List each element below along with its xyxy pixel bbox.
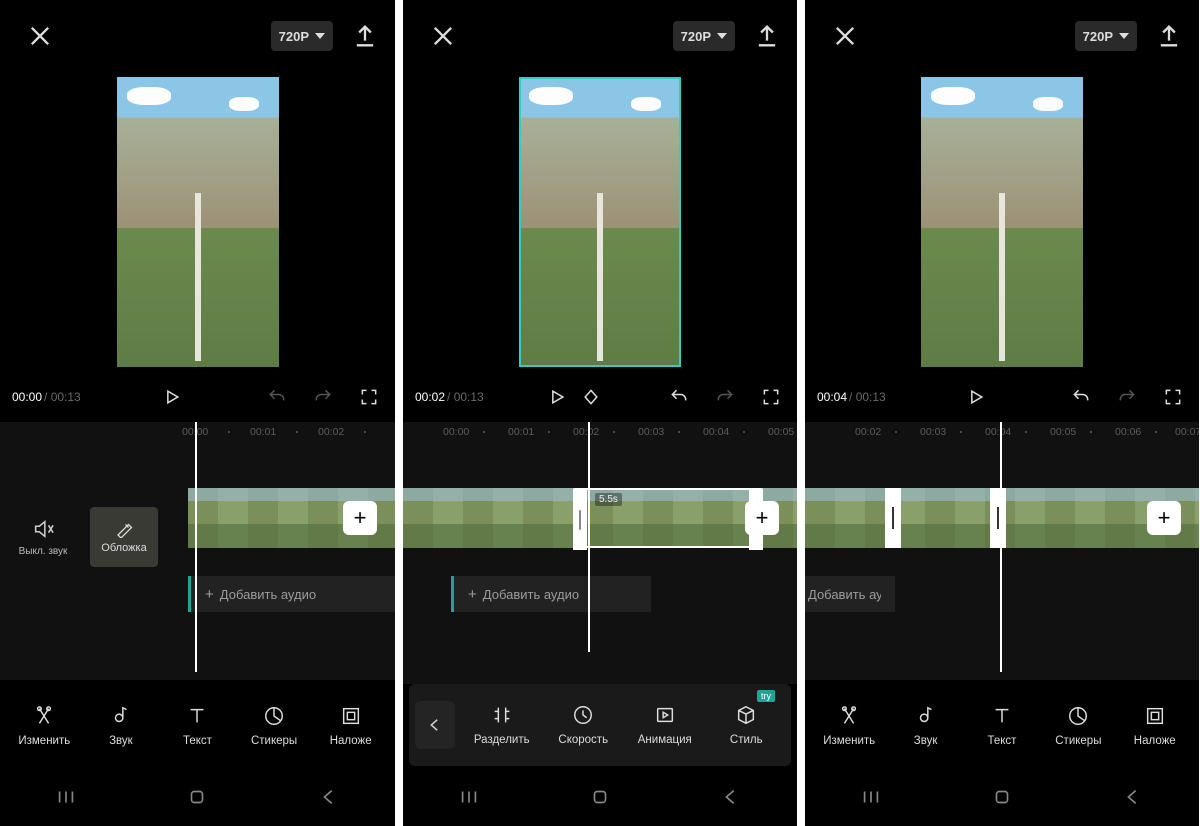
- playhead[interactable]: [588, 422, 590, 652]
- tool-stickers[interactable]: Стикеры: [1048, 705, 1108, 747]
- tool-overlay[interactable]: Наложе: [1125, 705, 1185, 747]
- tool-stickers[interactable]: Стикеры: [244, 705, 304, 747]
- preview-area[interactable]: [805, 72, 1199, 372]
- nav-back[interactable]: [1122, 786, 1144, 813]
- add-clip-button[interactable]: +: [1147, 501, 1181, 535]
- preview-thumbnail: [921, 77, 1083, 367]
- topbar: 720P: [805, 0, 1199, 72]
- screen-1: 720P 00:00 / 00:13 00:00 00:01 00:0: [0, 0, 395, 826]
- bottom-toolbar: Изменить Звук Текст Стикеры Наложе: [0, 680, 395, 772]
- play-button[interactable]: [543, 383, 571, 411]
- add-clip-button[interactable]: +: [745, 501, 779, 535]
- cut-marker[interactable]: [990, 488, 1006, 548]
- fullscreen-icon[interactable]: [1159, 383, 1187, 411]
- undo-icon[interactable]: [665, 383, 693, 411]
- redo-icon[interactable]: [1113, 383, 1141, 411]
- clip-toolbar: Разделить Скорость Анимация Стиль try: [409, 684, 791, 766]
- tool-animation[interactable]: Анимация: [626, 704, 704, 746]
- transport-bar: 00:00 / 00:13: [0, 372, 395, 422]
- redo-icon[interactable]: [711, 383, 739, 411]
- resolution-dropdown[interactable]: 720P: [271, 21, 333, 51]
- resolution-label: 720P: [279, 29, 309, 44]
- topbar: 720P: [403, 0, 797, 72]
- preview-thumbnail: [117, 77, 279, 367]
- bottom-toolbar: Изменить Звук Текст Стикеры Наложе: [805, 680, 1199, 772]
- ruler: 00:02 00:03 00:04 00:05 00:06 00:07: [805, 422, 1199, 444]
- redo-icon[interactable]: [309, 383, 337, 411]
- timeline[interactable]: 00:00 00:01 00:02 00:03 00:04 00:05 5.5s…: [403, 422, 797, 684]
- undo-icon[interactable]: [1067, 383, 1095, 411]
- ruler: 00:00 00:01 00:02 00:03 00:04 00:05: [403, 422, 797, 444]
- undo-icon[interactable]: [263, 383, 291, 411]
- playhead[interactable]: [195, 422, 197, 672]
- timeline[interactable]: 00:02 00:03 00:04 00:05 00:06 00:07 + До…: [805, 422, 1199, 680]
- trim-handle-left[interactable]: [573, 490, 587, 550]
- nav-recents[interactable]: [860, 786, 882, 813]
- selected-clip[interactable]: 5.5s: [573, 488, 763, 548]
- current-time: 00:00: [12, 390, 42, 404]
- fullscreen-icon[interactable]: [757, 383, 785, 411]
- tool-style[interactable]: Стиль: [708, 704, 786, 746]
- close-icon[interactable]: [429, 22, 457, 50]
- nav-home[interactable]: [589, 786, 611, 813]
- tool-edit[interactable]: Изменить: [819, 705, 879, 747]
- current-time: 00:04: [817, 390, 847, 404]
- cut-marker[interactable]: [885, 488, 901, 548]
- current-time: 00:02: [415, 390, 445, 404]
- screen-2: 720P 00:02 / 00:13 00:00 00:01 00:02 00:…: [403, 0, 797, 826]
- add-audio-button[interactable]: Добавить аудио: [805, 576, 895, 612]
- tool-sound[interactable]: Звук: [896, 705, 956, 747]
- nav-home[interactable]: [991, 786, 1013, 813]
- export-icon[interactable]: [351, 22, 379, 50]
- transport-bar: 00:04 / 00:13: [805, 372, 1199, 422]
- toolbar-back[interactable]: [415, 701, 455, 749]
- nav-bar: [805, 772, 1199, 826]
- nav-recents[interactable]: [55, 786, 77, 813]
- tool-sound[interactable]: Звук: [91, 705, 151, 747]
- add-audio-button[interactable]: +Добавить аудио: [188, 576, 395, 612]
- try-badge: try: [757, 690, 775, 702]
- resolution-dropdown[interactable]: 720P: [1075, 21, 1137, 51]
- timeline[interactable]: 00:00 00:01 00:02 Выкл. звук Обложка +: [0, 422, 395, 680]
- preview-area[interactable]: [403, 72, 797, 372]
- playhead[interactable]: [1000, 422, 1002, 672]
- tool-edit[interactable]: Изменить: [14, 705, 74, 747]
- tool-speed[interactable]: Скорость: [545, 704, 623, 746]
- add-audio-button[interactable]: +Добавить аудио: [451, 576, 651, 612]
- fullscreen-icon[interactable]: [355, 383, 383, 411]
- nav-back[interactable]: [720, 786, 742, 813]
- tool-text[interactable]: Текст: [167, 705, 227, 747]
- resolution-dropdown[interactable]: 720P: [673, 21, 735, 51]
- tool-split[interactable]: Разделить: [463, 704, 541, 746]
- nav-back[interactable]: [318, 786, 340, 813]
- clip-duration: 5.5s: [595, 493, 622, 506]
- transport-bar: 00:02 / 00:13: [403, 372, 797, 422]
- close-icon[interactable]: [26, 22, 54, 50]
- nav-bar: [0, 772, 395, 826]
- add-clip-button[interactable]: +: [343, 501, 377, 535]
- ruler: 00:00 00:01 00:02: [0, 422, 395, 444]
- screen-3: 720P 00:04 / 00:13 00:02 00:03 00:04 00:…: [805, 0, 1199, 826]
- export-icon[interactable]: [1155, 22, 1183, 50]
- keyframe-icon[interactable]: [577, 383, 605, 411]
- total-time: / 00:13: [44, 390, 81, 404]
- export-icon[interactable]: [753, 22, 781, 50]
- preview-thumbnail: [519, 77, 681, 367]
- close-icon[interactable]: [831, 22, 859, 50]
- topbar: 720P: [0, 0, 395, 72]
- play-button[interactable]: [962, 383, 990, 411]
- tool-text[interactable]: Текст: [972, 705, 1032, 747]
- nav-recents[interactable]: [458, 786, 480, 813]
- play-button[interactable]: [158, 383, 186, 411]
- nav-home[interactable]: [186, 786, 208, 813]
- preview-area[interactable]: [0, 72, 395, 372]
- nav-bar: [403, 772, 797, 826]
- tool-overlay[interactable]: Наложе: [321, 705, 381, 747]
- chevron-down-icon: [315, 33, 325, 39]
